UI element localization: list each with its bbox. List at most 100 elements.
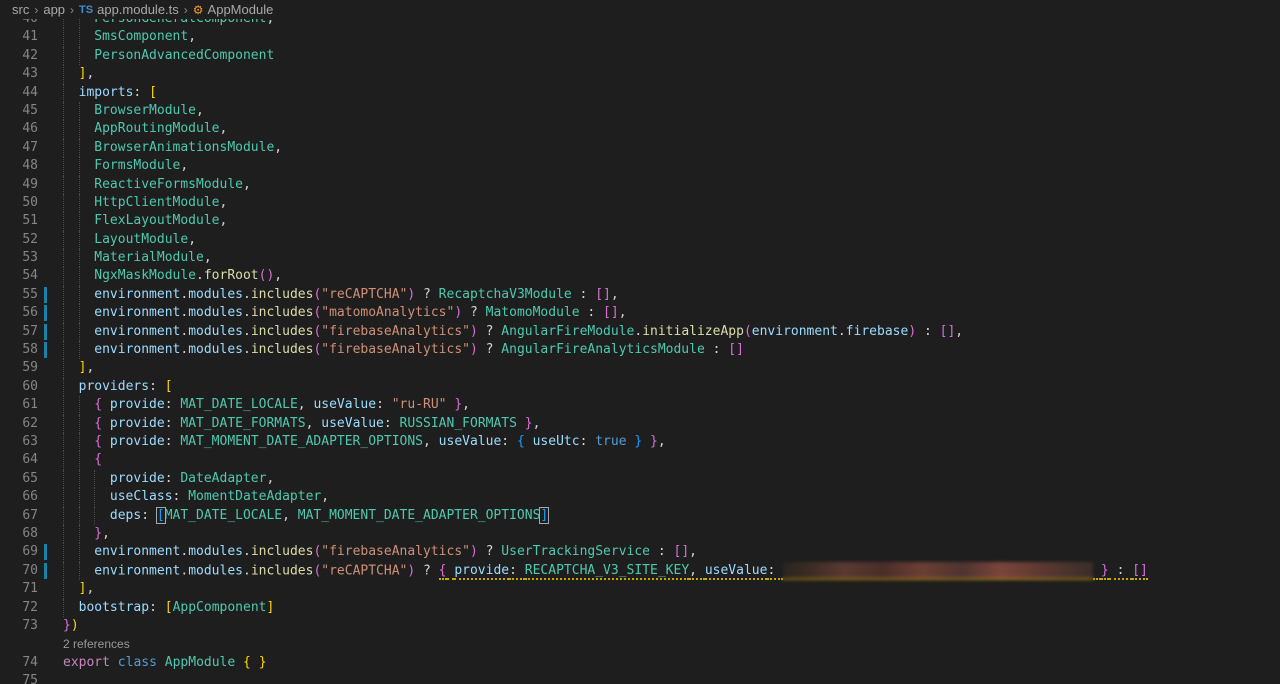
code-token: "ru-RU": [391, 397, 447, 413]
code-text[interactable]: environment.modules.includes("firebaseAn…: [94, 341, 744, 359]
code-line: 55 environment.modules.includes("reCAPTCH…: [0, 285, 1280, 305]
breadcrumb-item-file[interactable]: app.module.ts: [97, 2, 179, 17]
code-token: .: [180, 563, 189, 579]
code-text[interactable]: FormsModule,: [94, 157, 188, 175]
code-token: MatomoModule: [485, 305, 580, 321]
breadcrumb-item-src[interactable]: src: [12, 2, 29, 17]
code-text[interactable]: ],: [79, 580, 95, 598]
code-token: MAT_MOMENT_DATE_ADAPTER_OPTIONS: [180, 433, 424, 449]
code-text[interactable]: deps: [MAT_DATE_LOCALE, MAT_MOMENT_DATE_…: [110, 506, 550, 525]
code-text[interactable]: BrowserAnimationsModule,: [94, 139, 282, 157]
code-text[interactable]: PersonGeneralComponent,: [94, 19, 274, 28]
code-line: 69 environment.modules.includes("firebase…: [0, 543, 1280, 562]
code-token: MomentDateAdapter: [188, 489, 322, 505]
class-symbol-icon: ⚙: [192, 2, 204, 17]
code-text[interactable]: AppRoutingModule,: [94, 120, 227, 138]
code-text[interactable]: { provide: MAT_DATE_FORMATS, useValue: R…: [94, 415, 540, 433]
line-number: 70: [22, 562, 38, 578]
indent-guide: [63, 359, 64, 378]
breadcrumb-item-symbol[interactable]: AppModule: [208, 2, 274, 17]
code-line: 53 MaterialModule,: [0, 249, 1280, 268]
code-line: 61 { provide: MAT_DATE_LOCALE, useValue: …: [0, 396, 1280, 415]
code-line: 73}): [0, 617, 1280, 635]
code-text[interactable]: export class AppModule { }: [63, 654, 267, 672]
code-text[interactable]: PersonAdvancedComponent: [94, 47, 274, 65]
code-token: modules: [188, 342, 243, 358]
indent-guide: [63, 414, 64, 433]
line-number: 63: [22, 433, 38, 449]
indent-guide: [78, 304, 80, 323]
code-token: .: [837, 323, 846, 339]
code-token: .: [180, 342, 189, 358]
code-token: ,: [266, 19, 274, 26]
code-line: 62 { provide: MAT_DATE_FORMATS, useValue:…: [0, 414, 1280, 433]
code-text[interactable]: imports: [: [79, 84, 157, 102]
indent-guide: [63, 580, 64, 599]
code-text[interactable]: { provide: MAT_MOMENT_DATE_ADAPTER_OPTIO…: [94, 433, 665, 451]
chevron-right-icon: ›: [70, 2, 75, 17]
code-text[interactable]: environment.modules.includes("reCAPTCHA"…: [94, 286, 618, 304]
code-text[interactable]: environment.modules.includes("matomoAnal…: [94, 304, 626, 322]
indent-guide: [63, 506, 64, 525]
indent-guide: [78, 322, 80, 342]
code-text[interactable]: providers: [: [79, 378, 173, 396]
code-token: :: [149, 599, 165, 615]
line-number: 43: [22, 66, 38, 82]
code-token: ?: [415, 563, 439, 579]
code-token: {: [438, 563, 447, 581]
code-text[interactable]: ReactiveFormsModule,: [94, 176, 251, 194]
code-text[interactable]: environment.modules.includes("firebaseAn…: [94, 323, 963, 341]
code-text[interactable]: },: [94, 525, 110, 543]
code-text[interactable]: useClass: MomentDateAdapter,: [110, 488, 329, 506]
code-text[interactable]: ],: [79, 65, 95, 83]
code-text[interactable]: }): [63, 617, 79, 635]
line-number: 50: [22, 194, 38, 210]
code-token: "matomoAnalytics": [321, 305, 455, 321]
code-token: []: [1132, 563, 1148, 581]
code-token: ,: [266, 470, 275, 486]
code-token: AngularFireModule: [501, 323, 635, 339]
indent-guide: [78, 101, 80, 121]
line-number: 68: [22, 525, 38, 541]
indent-guide: [78, 28, 80, 47]
line-number: 44: [22, 84, 38, 100]
code-token: includes: [250, 544, 314, 560]
line-number: 54: [22, 268, 38, 284]
code-text[interactable]: MaterialModule,: [94, 249, 211, 267]
code-line: 54 NgxMaskModule.forRoot(),: [0, 267, 1280, 286]
code-text[interactable]: provide: DateAdapter,: [110, 470, 274, 488]
code-editor[interactable]: 40 PersonGeneralComponent, 41 SmsComponent,…: [0, 19, 1280, 684]
code-token: ,: [86, 581, 95, 597]
code-token: useClass: [109, 489, 173, 505]
code-text[interactable]: {: [94, 451, 102, 469]
code-text[interactable]: environment.modules.includes("firebaseAn…: [94, 543, 697, 561]
code-text[interactable]: ],: [79, 359, 95, 377]
code-token: environment: [94, 305, 181, 321]
code-text[interactable]: NgxMaskModule.forRoot(),: [94, 267, 282, 285]
code-token: :: [579, 433, 596, 449]
code-token: []: [728, 342, 744, 358]
code-text[interactable]: LayoutModule,: [94, 231, 196, 249]
line-number: 74: [22, 654, 38, 670]
code-token: }: [94, 525, 103, 541]
code-token: ,: [203, 250, 212, 266]
code-text[interactable]: HttpClientModule,: [94, 194, 227, 212]
code-text[interactable]: BrowserModule,: [94, 102, 204, 120]
code-text[interactable]: SmsComponent,: [94, 28, 196, 46]
code-token: modules: [188, 323, 243, 339]
line-number: 46: [22, 121, 38, 137]
code-token: HttpClientModule: [94, 194, 220, 210]
indent-guide: [78, 175, 80, 194]
code-text[interactable]: { provide: MAT_DATE_LOCALE, useValue: "r…: [94, 396, 470, 414]
breadcrumb-item-app[interactable]: app: [43, 2, 65, 17]
codelens-label[interactable]: 2 references: [63, 635, 130, 653]
code-token: :: [164, 397, 181, 413]
code-text[interactable]: bootstrap: [AppComponent]: [79, 599, 275, 617]
modified-line-marker: [44, 323, 47, 340]
code-text[interactable]: environment.modules.includes("reCAPTCHA"…: [94, 561, 1148, 581]
code-token: {: [94, 452, 103, 468]
code-token: ,: [282, 507, 298, 523]
code-token: ?: [477, 544, 502, 560]
code-text[interactable]: FlexLayoutModule,: [94, 212, 227, 230]
code-line: 52 LayoutModule,: [0, 230, 1280, 250]
